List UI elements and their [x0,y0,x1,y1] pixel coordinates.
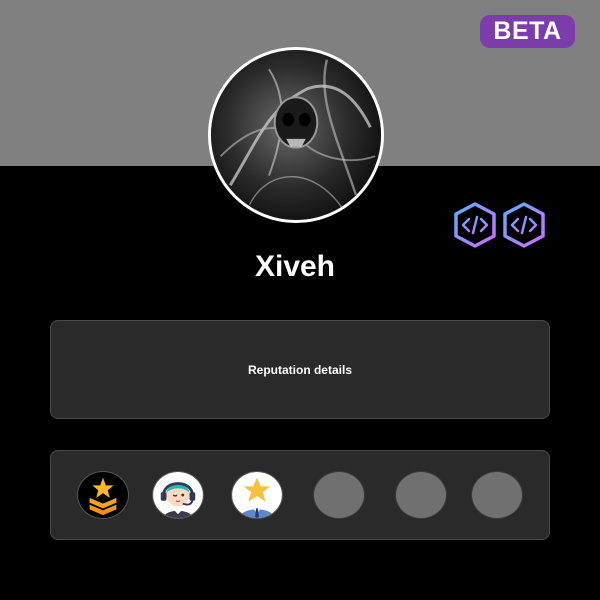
achievement-locked[interactable] [313,471,365,519]
username: Xiveh [254,250,336,283]
beta-badge: BETA [480,15,575,48]
achievement-star-businessman[interactable] [231,471,283,519]
achievement-support-agent[interactable] [152,471,204,519]
achievement-star-rank[interactable] [77,471,129,519]
code-hexagon-icon[interactable] [501,201,547,249]
support-agent-headset-icon [153,472,203,518]
achievements-panel [50,450,550,540]
code-hexagon-icon[interactable] [452,201,498,249]
achievement-locked[interactable] [395,471,447,519]
reputation-details-card[interactable]: Reputation details [50,320,550,419]
profile-avatar[interactable] [208,47,384,223]
achievement-locked[interactable] [471,471,523,519]
star-businessman-icon [232,472,282,518]
star-rank-chevrons-icon [89,477,117,516]
beta-label: BETA [493,17,562,45]
avatar-image [211,50,381,220]
developer-badges [452,201,548,249]
reputation-details-label: Reputation details [247,362,352,377]
